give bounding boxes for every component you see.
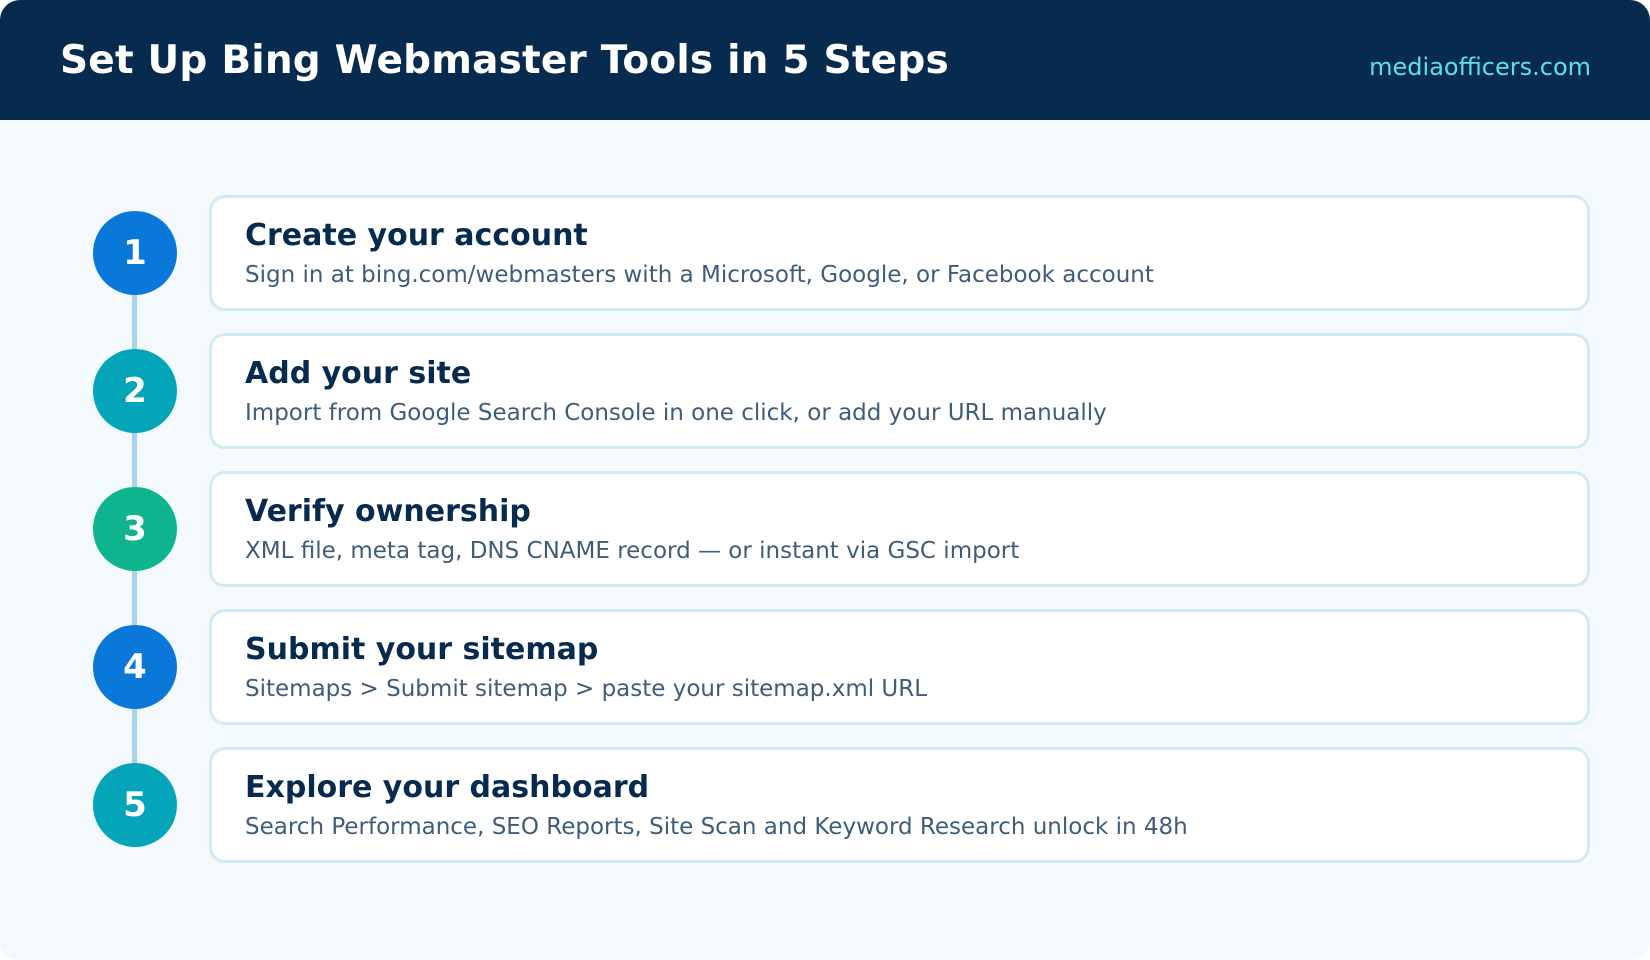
step-3: 3 Verify ownership XML file, meta tag, D…	[0, 471, 1650, 587]
step-1: 1 Create your account Sign in at bing.co…	[0, 195, 1650, 311]
step-description: XML file, meta tag, DNS CNAME record — o…	[245, 538, 1020, 564]
step-title: Create your account	[245, 218, 588, 253]
step-description: Sign in at bing.com/webmasters with a Mi…	[245, 262, 1154, 288]
step-card: Submit your sitemap Sitemaps > Submit si…	[209, 609, 1590, 725]
step-title: Explore your dashboard	[245, 770, 650, 805]
step-number-badge: 4	[93, 625, 177, 709]
step-number-badge: 3	[93, 487, 177, 571]
step-description: Search Performance, SEO Reports, Site Sc…	[245, 814, 1188, 840]
step-card: Create your account Sign in at bing.com/…	[209, 195, 1590, 311]
step-5: 5 Explore your dashboard Search Performa…	[0, 747, 1650, 863]
step-card: Explore your dashboard Search Performanc…	[209, 747, 1590, 863]
step-title: Add your site	[245, 356, 472, 391]
step-card: Verify ownership XML file, meta tag, DNS…	[209, 471, 1590, 587]
step-title: Verify ownership	[245, 494, 531, 529]
step-number-badge: 1	[93, 211, 177, 295]
page-title: Set Up Bing Webmaster Tools in 5 Steps	[60, 38, 949, 83]
header-banner: Set Up Bing Webmaster Tools in 5 Steps m…	[0, 0, 1650, 120]
infographic-card: Set Up Bing Webmaster Tools in 5 Steps m…	[0, 0, 1650, 960]
step-4: 4 Submit your sitemap Sitemaps > Submit …	[0, 609, 1650, 725]
step-number-badge: 5	[93, 763, 177, 847]
step-card: Add your site Import from Google Search …	[209, 333, 1590, 449]
step-number-badge: 2	[93, 349, 177, 433]
brand-label: mediaofficers.com	[1369, 53, 1591, 81]
step-title: Submit your sitemap	[245, 632, 599, 667]
step-description: Sitemaps > Submit sitemap > paste your s…	[245, 676, 928, 702]
step-2: 2 Add your site Import from Google Searc…	[0, 333, 1650, 449]
step-description: Import from Google Search Console in one…	[245, 400, 1107, 426]
